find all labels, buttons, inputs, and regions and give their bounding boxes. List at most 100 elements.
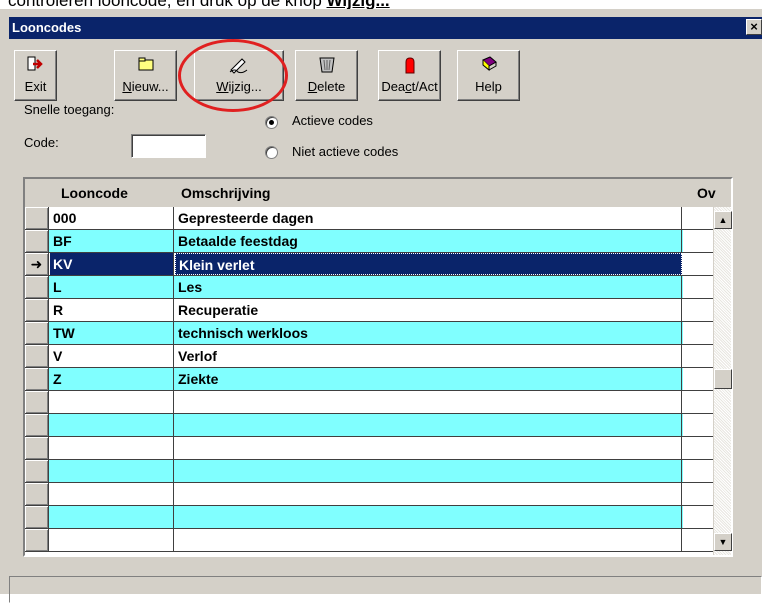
row-indicator[interactable] <box>25 391 49 413</box>
row-indicator[interactable] <box>25 483 49 505</box>
cell-ov[interactable] <box>683 483 713 505</box>
row-indicator[interactable] <box>25 207 49 229</box>
table-row[interactable]: Z Ziekte <box>25 368 713 391</box>
cell-looncode[interactable] <box>50 437 174 459</box>
row-indicator[interactable] <box>25 230 49 252</box>
cell-ov[interactable] <box>683 276 713 298</box>
exit-label: Exit <box>24 79 47 94</box>
cell-omschrijving[interactable]: Recuperatie <box>175 299 682 321</box>
cell-ov[interactable] <box>683 345 713 367</box>
cell-omschrijving[interactable]: Klein verlet <box>175 253 682 275</box>
table-row[interactable]: 000 Gepresteerde dagen <box>25 207 713 230</box>
row-indicator[interactable]: ➜ <box>25 253 49 275</box>
table-row[interactable] <box>25 529 713 552</box>
cell-omschrijving[interactable]: Les <box>175 276 682 298</box>
table-row[interactable] <box>25 414 713 437</box>
table-row[interactable] <box>25 437 713 460</box>
cell-omschrijving[interactable]: technisch werkloos <box>175 322 682 344</box>
cell-omschrijving[interactable] <box>175 391 682 413</box>
new-label: Nieuw... <box>115 79 176 94</box>
column-header-omschrijving[interactable]: Omschrijving <box>181 185 270 201</box>
cell-omschrijving[interactable] <box>175 506 682 528</box>
table-row[interactable]: R Recuperatie <box>25 299 713 322</box>
cell-looncode[interactable]: 000 <box>50 207 174 229</box>
row-indicator[interactable] <box>25 368 49 390</box>
delete-label-text: elete <box>317 79 346 94</box>
cell-ov[interactable] <box>683 437 713 459</box>
cell-ov[interactable] <box>683 506 713 528</box>
table-row[interactable]: L Les <box>25 276 713 299</box>
cell-looncode[interactable]: L <box>50 276 174 298</box>
row-indicator[interactable] <box>25 529 49 551</box>
cell-omschrijving[interactable] <box>175 460 682 482</box>
cell-looncode[interactable]: Z <box>50 368 174 390</box>
table-row[interactable]: ➜ KV Klein verlet <box>25 253 713 276</box>
cell-ov[interactable] <box>683 299 713 321</box>
row-indicator[interactable] <box>25 460 49 482</box>
cell-looncode[interactable] <box>50 391 174 413</box>
new-button[interactable]: Nieuw... <box>114 50 177 101</box>
table-row[interactable]: TW technisch werkloos <box>25 322 713 345</box>
cell-ov[interactable] <box>683 460 713 482</box>
table-row[interactable]: BF Betaalde feestdag <box>25 230 713 253</box>
cell-omschrijving[interactable] <box>175 414 682 436</box>
help-button[interactable]: Help <box>457 50 520 101</box>
table-row[interactable] <box>25 391 713 414</box>
table-row[interactable] <box>25 506 713 529</box>
cell-ov[interactable] <box>683 207 713 229</box>
table-row[interactable] <box>25 460 713 483</box>
close-button[interactable]: × <box>746 19 762 35</box>
vertical-scrollbar[interactable]: ▲ ▼ <box>713 207 732 555</box>
row-indicator[interactable] <box>25 299 49 321</box>
row-indicator[interactable] <box>25 322 49 344</box>
cell-omschrijving[interactable] <box>175 437 682 459</box>
cell-looncode[interactable] <box>50 483 174 505</box>
scroll-thumb[interactable] <box>714 369 732 389</box>
trash-bin-icon <box>318 57 335 73</box>
table-row[interactable]: V Verlof <box>25 345 713 368</box>
cell-omschrijving[interactable] <box>175 483 682 505</box>
radio-active-codes[interactable] <box>265 116 278 129</box>
scroll-down-button[interactable]: ▼ <box>714 533 732 551</box>
cell-looncode[interactable] <box>50 460 174 482</box>
cell-ov[interactable] <box>683 368 713 390</box>
cell-looncode[interactable]: R <box>50 299 174 321</box>
code-input[interactable] <box>131 134 206 158</box>
cell-looncode[interactable]: V <box>50 345 174 367</box>
row-indicator[interactable] <box>25 414 49 436</box>
radio-inactive-codes[interactable] <box>265 146 278 159</box>
grid-header: Looncode Omschrijving Ov <box>25 179 731 207</box>
cell-looncode[interactable]: BF <box>50 230 174 252</box>
cell-omschrijving[interactable] <box>175 529 682 551</box>
column-header-looncode[interactable]: Looncode <box>61 185 128 201</box>
cell-ov[interactable] <box>683 253 713 275</box>
cell-omschrijving[interactable]: Gepresteerde dagen <box>175 207 682 229</box>
row-indicator[interactable] <box>25 506 49 528</box>
table-row[interactable] <box>25 483 713 506</box>
scroll-up-button[interactable]: ▲ <box>714 211 732 229</box>
delete-button[interactable]: Delete <box>295 50 358 101</box>
cell-looncode[interactable]: TW <box>50 322 174 344</box>
quick-access-label: Snelle toegang: <box>24 102 115 117</box>
cell-omschrijving[interactable]: Betaalde feestdag <box>175 230 682 252</box>
column-header-ov[interactable]: Ov <box>697 185 716 201</box>
cell-omschrijving[interactable]: Ziekte <box>175 368 682 390</box>
cell-ov[interactable] <box>683 230 713 252</box>
cell-ov[interactable] <box>683 414 713 436</box>
row-indicator[interactable] <box>25 345 49 367</box>
cell-looncode[interactable]: KV <box>50 253 174 275</box>
cell-looncode[interactable] <box>50 414 174 436</box>
exit-button[interactable]: Exit <box>14 50 57 101</box>
cell-ov[interactable] <box>683 529 713 551</box>
cell-ov[interactable] <box>683 391 713 413</box>
row-indicator[interactable] <box>25 276 49 298</box>
cell-omschrijving[interactable]: Verlof <box>175 345 682 367</box>
deactivate-activate-button[interactable]: Deact/Act <box>378 50 441 101</box>
row-indicator[interactable] <box>25 437 49 459</box>
cell-looncode[interactable] <box>50 506 174 528</box>
cell-looncode[interactable] <box>50 529 174 551</box>
delete-label: Delete <box>296 79 357 94</box>
cell-ov[interactable] <box>683 322 713 344</box>
exit-arrow-icon <box>27 56 43 71</box>
status-bar <box>9 576 762 603</box>
